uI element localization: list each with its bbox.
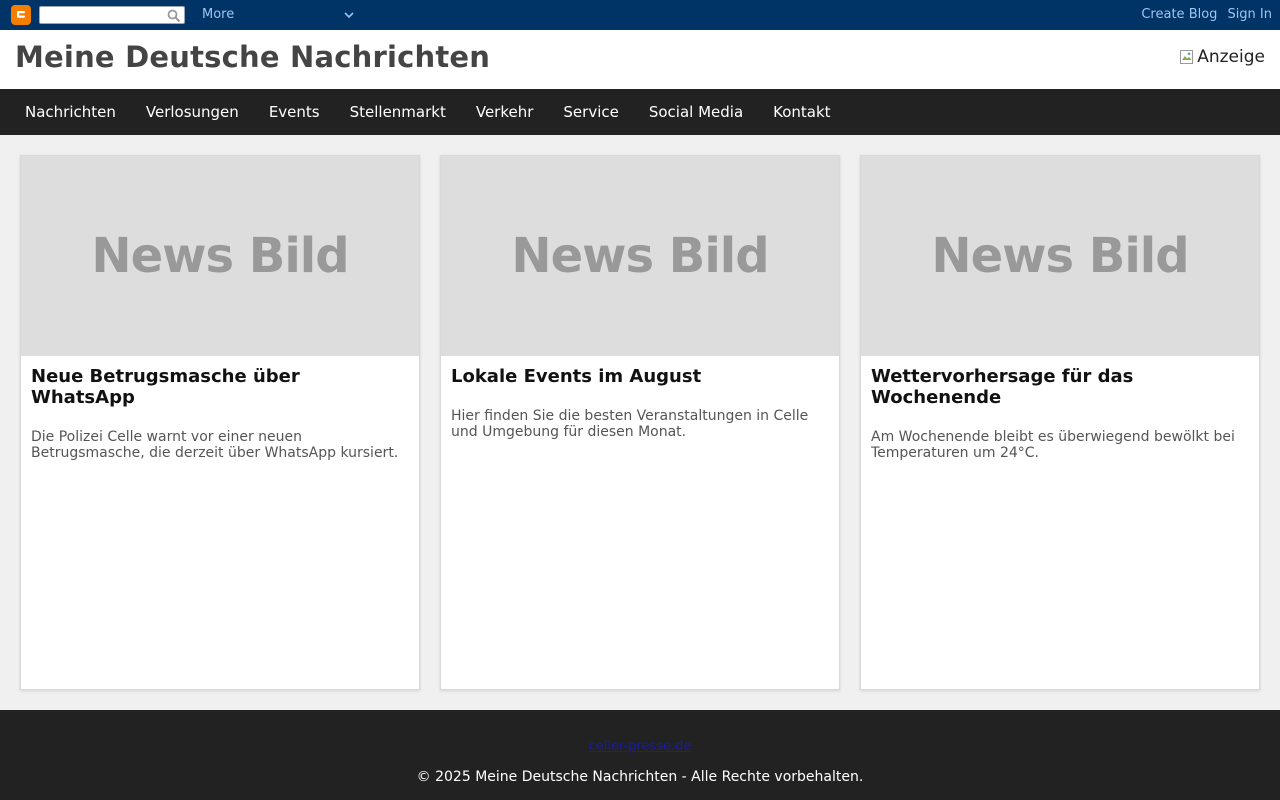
nav-item-social-media[interactable]: Social Media — [634, 89, 758, 135]
footer-link-row: celler-presse.de — [0, 739, 1280, 754]
blogger-logo-icon[interactable] — [11, 5, 31, 25]
blogger-navbar: More Create Blog Sign In — [0, 0, 1280, 30]
article-title[interactable]: Wettervorhersage für das Wochenende — [871, 366, 1249, 408]
article-title[interactable]: Lokale Events im August — [451, 366, 829, 387]
sign-in-link[interactable]: Sign In — [1227, 7, 1272, 23]
nav-item-stellenmarkt[interactable]: Stellenmarkt — [335, 89, 461, 135]
article-image[interactable]: News Bild — [861, 156, 1259, 356]
nav-item-service[interactable]: Service — [548, 89, 633, 135]
navbar-more-label: More — [202, 7, 235, 22]
ad-alt-text: Anzeige — [1197, 47, 1265, 67]
navbar-search-box — [39, 6, 185, 27]
article-excerpt: Hier finden Sie die besten Veranstaltung… — [451, 408, 809, 440]
search-icon[interactable] — [167, 8, 181, 23]
site-footer: celler-presse.de © 2025 Meine Deutsche N… — [0, 710, 1280, 800]
ad-banner[interactable]: Anzeige — [1179, 47, 1265, 67]
nav-item-events[interactable]: Events — [254, 89, 335, 135]
nav-item-kontakt[interactable]: Kontakt — [758, 89, 845, 135]
site-title[interactable]: Meine Deutsche Nachrichten — [15, 40, 490, 74]
navbar-search-input[interactable] — [40, 10, 164, 27]
article-body: Neue Betrugsmasche über WhatsApp Die Pol… — [21, 356, 419, 471]
article-title[interactable]: Neue Betrugsmasche über WhatsApp — [31, 366, 409, 408]
article-image[interactable]: News Bild — [21, 156, 419, 356]
article-card[interactable]: News Bild Neue Betrugsmasche über WhatsA… — [20, 155, 420, 690]
nav-item-nachrichten[interactable]: Nachrichten — [10, 89, 131, 135]
nav-item-verlosungen[interactable]: Verlosungen — [131, 89, 254, 135]
article-body: Lokale Events im August Hier finden Sie … — [441, 356, 839, 450]
navbar-account-links: Create Blog Sign In — [1141, 7, 1272, 23]
create-blog-link[interactable]: Create Blog — [1141, 7, 1217, 23]
chevron-down-icon — [344, 9, 354, 19]
site-header: Meine Deutsche Nachrichten Anzeige — [0, 30, 1280, 89]
main-navigation: Nachrichten Verlosungen Events Stellenma… — [0, 89, 1280, 135]
broken-image-icon — [1179, 49, 1195, 65]
article-body: Wettervorhersage für das Wochenende Am W… — [861, 356, 1259, 471]
article-excerpt: Die Polizei Celle warnt vor einer neuen … — [31, 429, 399, 461]
nav-item-verkehr[interactable]: Verkehr — [461, 89, 549, 135]
footer-copyright: © 2025 Meine Deutsche Nachrichten - Alle… — [416, 769, 864, 785]
article-excerpt: Am Wochenende bleibt es überwiegend bewö… — [871, 429, 1235, 461]
navbar-more-dropdown[interactable]: More — [202, 7, 354, 23]
article-card[interactable]: News Bild Lokale Events im August Hier f… — [440, 155, 840, 690]
article-card[interactable]: News Bild Wettervorhersage für das Woche… — [860, 155, 1260, 690]
article-grid: News Bild Neue Betrugsmasche über WhatsA… — [20, 155, 1260, 690]
footer-link[interactable]: celler-presse.de — [589, 739, 692, 754]
article-image[interactable]: News Bild — [441, 156, 839, 356]
